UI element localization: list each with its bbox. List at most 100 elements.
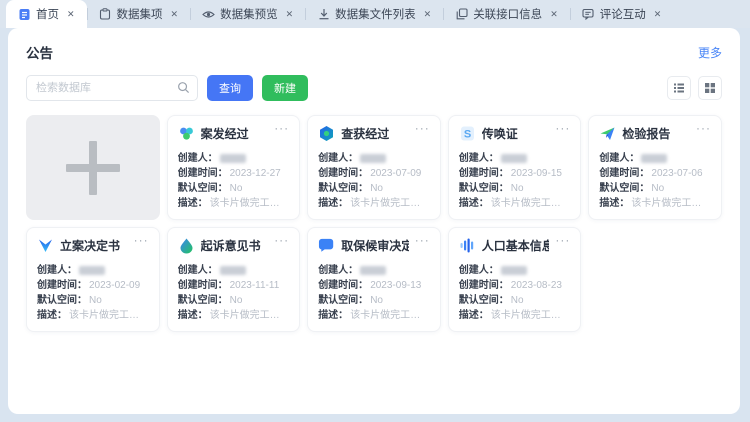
paper-plane-icon — [599, 125, 616, 142]
more-options-icon[interactable]: ··· — [696, 125, 711, 131]
blue-s-doc-icon: S — [459, 125, 476, 142]
dataset-card[interactable]: 查获经过 ··· 创建人： 创建时间： 2023-07-09 默认空间： No … — [307, 115, 441, 220]
default-space-value: No — [370, 293, 383, 308]
creator-redacted-value — [79, 266, 105, 275]
description-label: 描述： — [318, 196, 348, 211]
created-time-label: 创建时间： — [37, 278, 87, 293]
grid-view-button[interactable] — [698, 76, 722, 100]
add-card-button[interactable] — [26, 115, 160, 220]
more-options-icon[interactable]: ··· — [415, 237, 430, 243]
toolbar: 查询 新建 — [26, 75, 722, 101]
more-options-icon[interactable]: ··· — [415, 125, 430, 131]
more-options-icon[interactable]: ··· — [274, 237, 289, 243]
clipboard-icon — [99, 8, 112, 21]
blue-v-icon — [37, 237, 54, 254]
search-input[interactable] — [26, 75, 198, 101]
description-label: 描述： — [599, 196, 629, 211]
list-view-icon — [673, 82, 685, 94]
default-space-label: 默认空间： — [459, 181, 509, 196]
dataset-card[interactable]: 检验报告 ··· 创建人： 创建时间： 2023-07-06 默认空间： No … — [588, 115, 722, 220]
description-value: 该卡片做完工作空间的展示 — [210, 308, 290, 323]
dataset-card[interactable]: 取保候审决定书 ··· 创建人： 创建时间： 2023-09-13 默认空间： … — [307, 227, 441, 332]
tab-数据集预览[interactable]: 数据集预览 ✕ — [190, 0, 305, 28]
default-space-label: 默认空间： — [318, 293, 368, 308]
plus-icon — [66, 141, 120, 195]
search-icon — [177, 81, 190, 94]
created-time-value: 2023-08-23 — [511, 278, 562, 293]
page-title: 公告 — [26, 42, 53, 62]
query-button[interactable]: 查询 — [207, 75, 253, 101]
more-options-icon[interactable]: ··· — [274, 125, 289, 131]
creator-redacted-value — [360, 154, 386, 163]
card-title: 查获经过 — [341, 125, 389, 142]
dataset-card[interactable]: 立案决定书 ··· 创建人： 创建时间： 2023-02-09 默认空间： No… — [26, 227, 160, 332]
tab-首页[interactable]: 首页 ✕ — [6, 0, 87, 28]
description-value: 该卡片做完工作空间的展示 — [491, 308, 571, 323]
created-time-label: 创建时间： — [178, 166, 228, 181]
close-icon[interactable]: ✕ — [424, 10, 432, 19]
svg-text:S: S — [464, 129, 471, 141]
hexagon-cube-icon — [318, 125, 335, 142]
tab-bar: 首页 ✕ 数据集项 ✕ 数据集预览 ✕ 数据集文件列表 ✕ 关联接口信息 ✕ 评… — [0, 0, 750, 28]
created-time-label: 创建时间： — [318, 278, 368, 293]
description-label: 描述： — [178, 308, 208, 323]
card-title: 起诉意见书 — [201, 237, 261, 254]
description-label: 描述： — [459, 308, 489, 323]
description-label: 描述： — [37, 308, 67, 323]
creator-label: 创建人： — [459, 151, 499, 166]
creator-label: 创建人： — [178, 151, 218, 166]
more-options-icon[interactable]: ··· — [134, 237, 149, 243]
default-space-label: 默认空间： — [37, 293, 87, 308]
tab-数据集项[interactable]: 数据集项 ✕ — [87, 0, 191, 28]
default-space-value: No — [230, 181, 243, 196]
tab-评论互动[interactable]: 评论互动 ✕ — [570, 0, 674, 28]
created-time-label: 创建时间： — [599, 166, 649, 181]
dataset-card[interactable]: S 传唤证 ··· 创建人： 创建时间： 2023-09-15 默认空间： No… — [448, 115, 582, 220]
default-space-value: No — [230, 293, 243, 308]
tab-label: 关联接口信息 — [473, 6, 542, 22]
tab-label: 数据集文件列表 — [335, 6, 416, 22]
equalizer-icon — [459, 237, 476, 254]
tab-关联接口信息[interactable]: 关联接口信息 ✕ — [443, 0, 570, 28]
card-grid: 案发经过 ··· 创建人： 创建时间： 2023-12-27 默认空间： No … — [26, 115, 722, 332]
description-value: 该卡片做完工作空间的展示 — [350, 308, 430, 323]
eye-icon — [202, 8, 215, 21]
tab-label: 数据集项 — [117, 6, 163, 22]
card-title: 立案决定书 — [60, 237, 120, 254]
creator-label: 创建人： — [178, 263, 218, 278]
close-icon[interactable]: ✕ — [67, 10, 75, 19]
creator-label: 创建人： — [37, 263, 77, 278]
main-panel: 公告 更多 查询 新建 — [8, 28, 740, 414]
created-time-value: 2023-02-09 — [89, 278, 140, 293]
card-title: 传唤证 — [482, 125, 518, 142]
close-icon[interactable]: ✕ — [286, 10, 294, 19]
tab-数据集文件列表[interactable]: 数据集文件列表 ✕ — [305, 0, 443, 28]
default-space-label: 默认空间： — [599, 181, 649, 196]
close-icon[interactable]: ✕ — [550, 10, 558, 19]
dataset-card[interactable]: 人口基本信息 ··· 创建人： 创建时间： 2023-08-23 默认空间： N… — [448, 227, 582, 332]
tab-label: 数据集预览 — [220, 6, 278, 22]
chat-bubble-icon — [318, 237, 335, 254]
comment-icon — [582, 8, 595, 21]
description-value: 该卡片做完工作空间的展示 — [350, 196, 430, 211]
more-link[interactable]: 更多 — [698, 44, 722, 61]
creator-redacted-value — [220, 154, 246, 163]
close-icon[interactable]: ✕ — [171, 10, 179, 19]
description-value: 该卡片做完工作空间的展示 — [631, 196, 711, 211]
list-view-button[interactable] — [667, 76, 691, 100]
created-time-value: 2023-09-15 — [511, 166, 562, 181]
description-label: 描述： — [318, 308, 348, 323]
creator-label: 创建人： — [599, 151, 639, 166]
creator-redacted-value — [360, 266, 386, 275]
default-space-value: No — [651, 181, 664, 196]
creator-label: 创建人： — [318, 151, 358, 166]
close-icon[interactable]: ✕ — [654, 10, 662, 19]
dataset-card[interactable]: 案发经过 ··· 创建人： 创建时间： 2023-12-27 默认空间： No … — [167, 115, 301, 220]
more-options-icon[interactable]: ··· — [555, 125, 570, 131]
more-options-icon[interactable]: ··· — [555, 237, 570, 243]
copy-icon — [455, 8, 468, 21]
dataset-card[interactable]: 起诉意见书 ··· 创建人： 创建时间： 2023-11-11 默认空间： No… — [167, 227, 301, 332]
create-button[interactable]: 新建 — [262, 75, 308, 101]
description-label: 描述： — [459, 196, 489, 211]
card-title: 取保候审决定书 — [341, 237, 409, 254]
